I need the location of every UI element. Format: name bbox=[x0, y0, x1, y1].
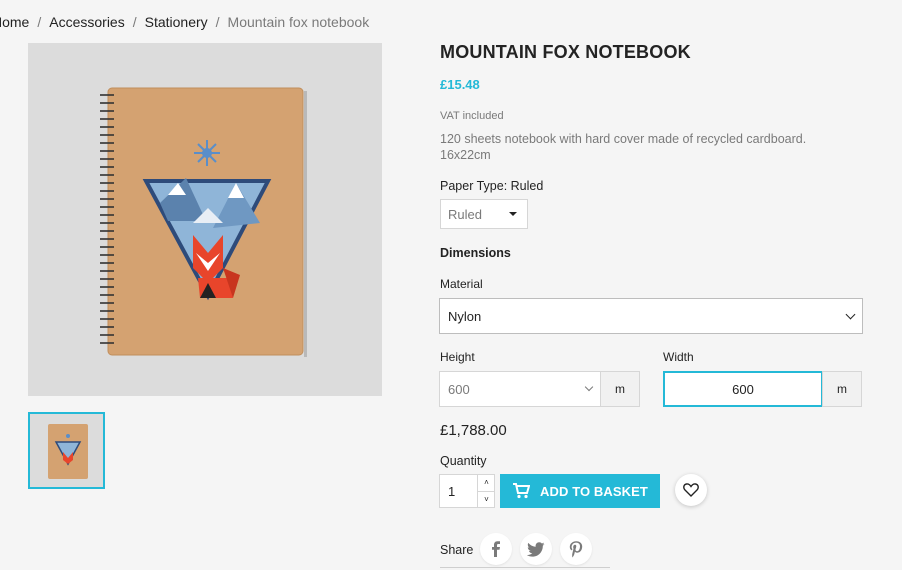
total-price: £1,788.00 bbox=[440, 422, 507, 439]
product-description: 120 sheets notebook with hard cover made… bbox=[440, 132, 807, 162]
breadcrumb-separator: / bbox=[215, 14, 220, 30]
share-label: Share bbox=[440, 543, 474, 557]
product-thumbnail[interactable] bbox=[28, 412, 105, 489]
quantity-decrease-button[interactable]: ˅ bbox=[478, 492, 495, 509]
breadcrumb-separator: / bbox=[132, 14, 137, 30]
paper-type-label: Paper Type: Ruled bbox=[440, 179, 544, 193]
material-label: Material bbox=[440, 277, 483, 291]
quantity-value: 1 bbox=[448, 483, 456, 499]
twitter-icon bbox=[527, 541, 545, 557]
breadcrumb-current: Mountain fox notebook bbox=[227, 14, 370, 30]
paper-type-select[interactable]: Ruled bbox=[440, 199, 528, 229]
height-label: Height bbox=[440, 350, 475, 364]
caret-down-icon bbox=[509, 212, 517, 216]
add-to-basket-label: ADD TO BASKET bbox=[540, 483, 648, 499]
quantity-stepper[interactable]: ˄ ˅ bbox=[477, 474, 495, 508]
width-label: Width bbox=[663, 350, 694, 364]
pinterest-icon bbox=[569, 540, 583, 557]
breadcrumb-stationery-link[interactable]: Stationery bbox=[145, 14, 208, 30]
paper-type-selected: Ruled bbox=[448, 206, 482, 222]
heart-icon bbox=[683, 483, 699, 497]
material-select[interactable]: Nylon bbox=[439, 298, 863, 334]
chevron-up-icon: ˄ bbox=[484, 477, 489, 487]
height-unit: m bbox=[600, 371, 640, 407]
add-to-basket-button[interactable]: ADD TO BASKET bbox=[500, 474, 660, 508]
chevron-down-icon bbox=[584, 382, 594, 392]
breadcrumb-separator: / bbox=[37, 14, 42, 30]
vat-note: VAT included bbox=[440, 110, 504, 122]
facebook-icon bbox=[492, 541, 500, 557]
notebook-illustration bbox=[100, 87, 307, 357]
width-input[interactable] bbox=[663, 371, 823, 407]
material-selected: Nylon bbox=[448, 308, 482, 324]
quantity-label: Quantity bbox=[440, 454, 487, 468]
dimensions-heading: Dimensions bbox=[440, 246, 511, 260]
pinterest-share-button[interactable] bbox=[560, 533, 592, 565]
notebook-thumbnail-illustration bbox=[48, 424, 88, 479]
twitter-share-button[interactable] bbox=[520, 533, 552, 565]
breadcrumb-accessories-link[interactable]: Accessories bbox=[49, 14, 124, 30]
wishlist-button[interactable] bbox=[675, 474, 707, 506]
facebook-share-button[interactable] bbox=[480, 533, 512, 565]
product-price: £15.48 bbox=[440, 77, 480, 92]
breadcrumb-home-link[interactable]: Home bbox=[0, 14, 29, 30]
breadcrumb: Home / Accessories / Stationery / Mounta… bbox=[0, 14, 369, 30]
product-main-image[interactable] bbox=[28, 43, 382, 396]
chevron-down-icon bbox=[845, 309, 856, 320]
product-title: MOUNTAIN FOX NOTEBOOK bbox=[440, 42, 691, 62]
height-select[interactable]: 600 bbox=[439, 371, 601, 407]
height-selected: 600 bbox=[448, 381, 470, 397]
chevron-down-icon: ˅ bbox=[484, 495, 489, 505]
share-divider bbox=[440, 567, 610, 568]
quantity-increase-button[interactable]: ˄ bbox=[478, 474, 495, 492]
width-unit: m bbox=[822, 371, 862, 407]
cart-icon bbox=[513, 483, 531, 499]
